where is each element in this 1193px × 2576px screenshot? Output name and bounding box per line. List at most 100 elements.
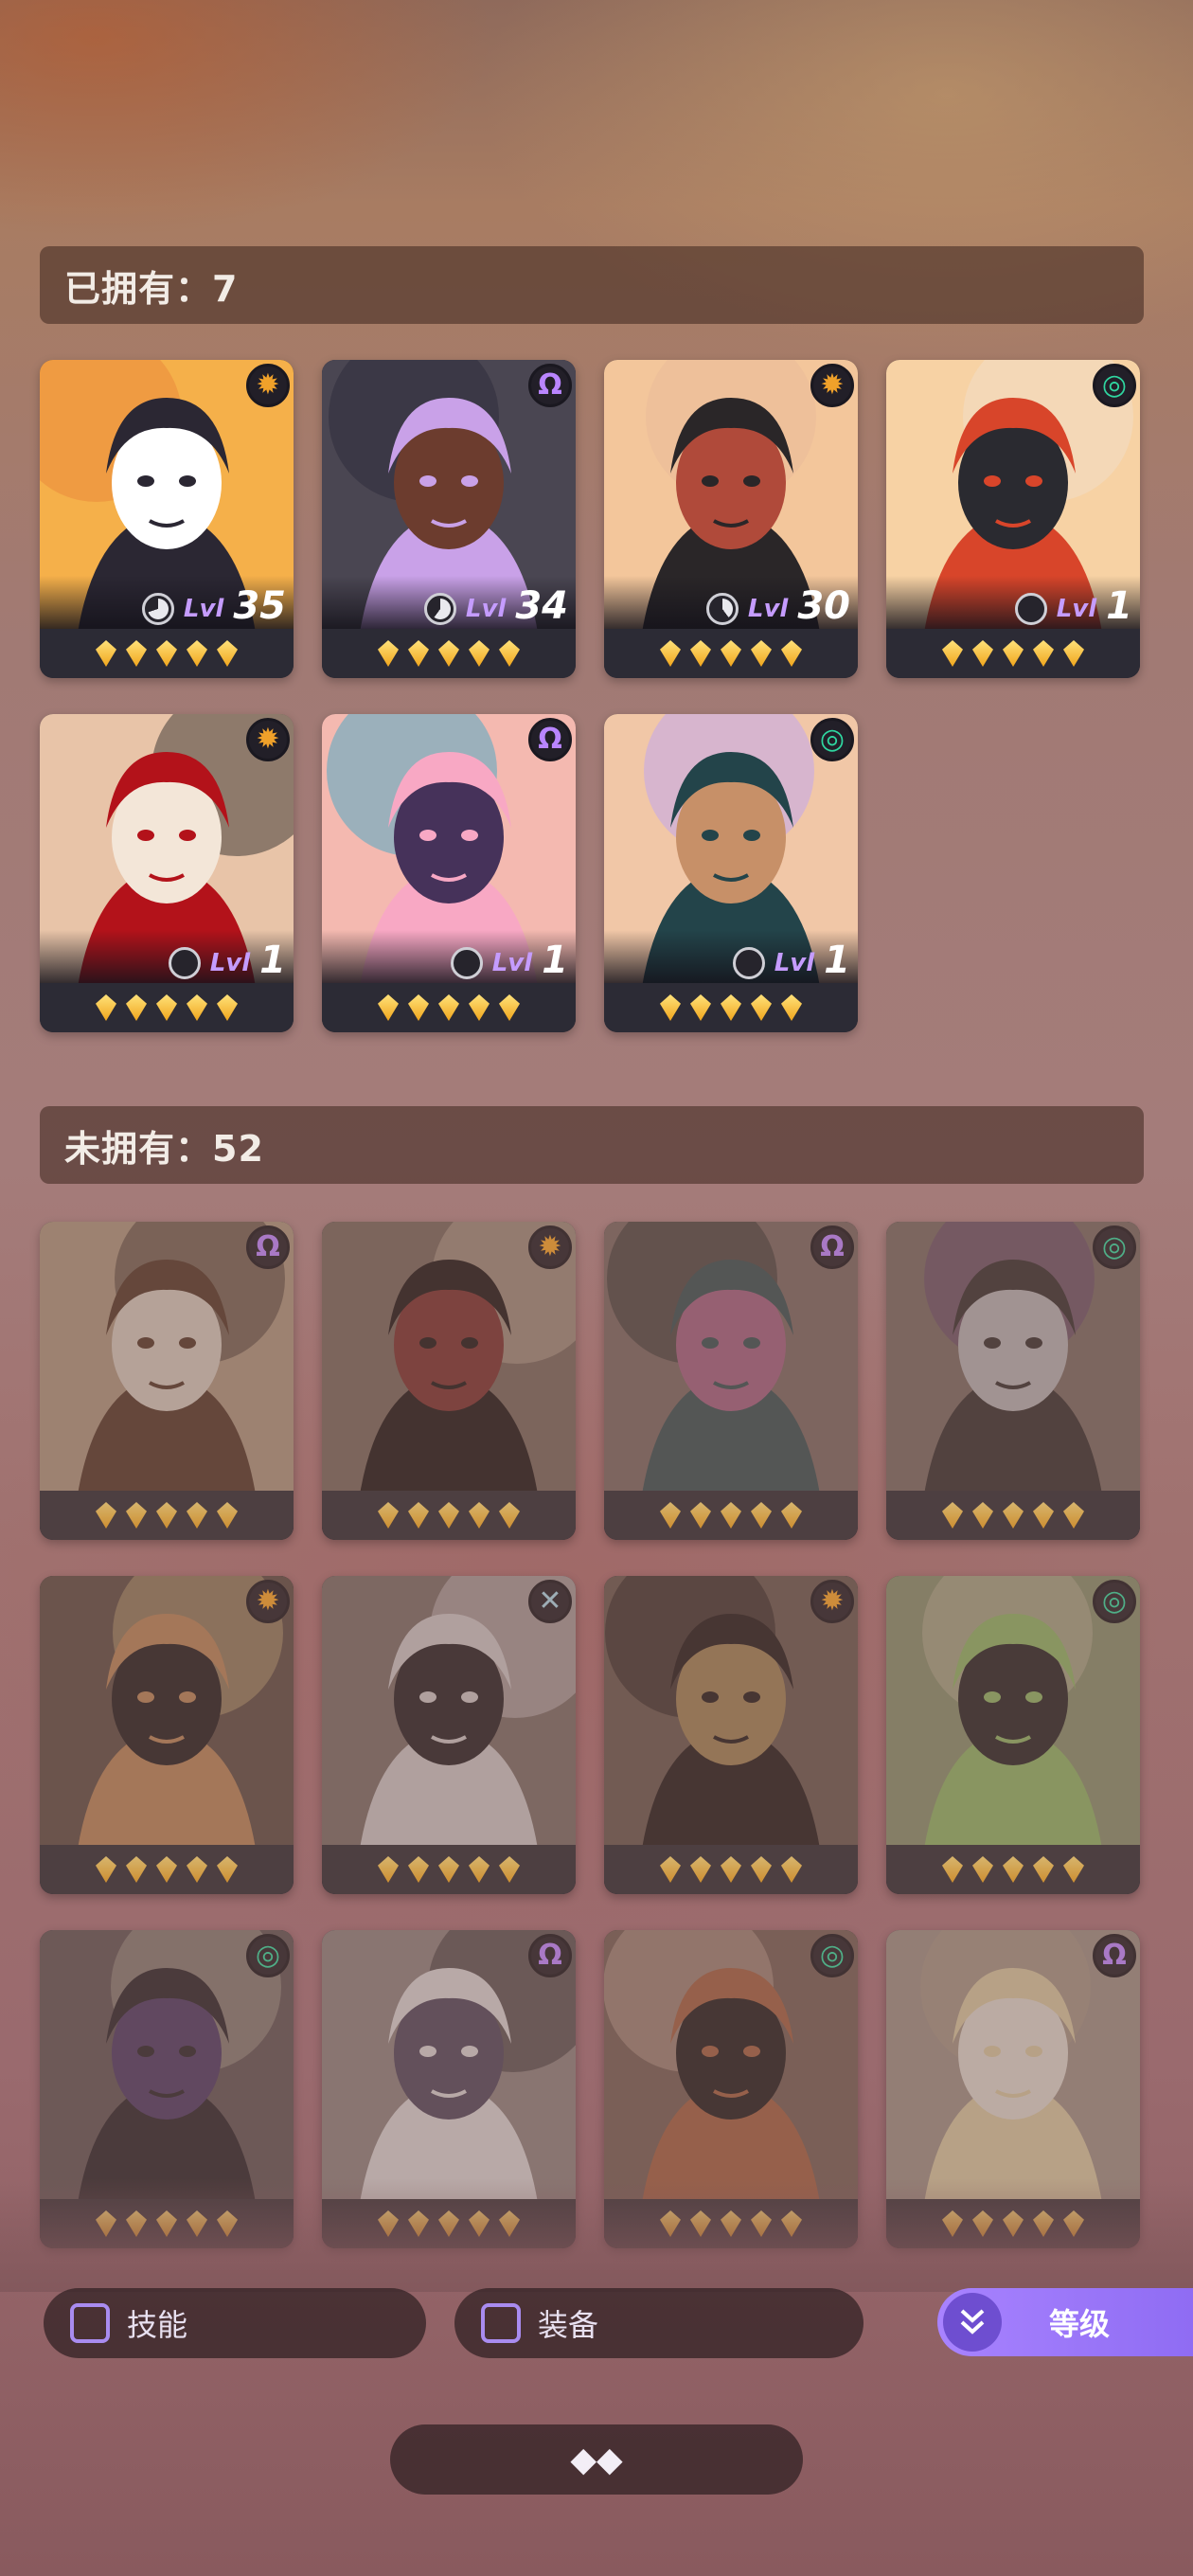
- star-gem-icon: [942, 1856, 963, 1883]
- hero-card[interactable]: ✕: [322, 1576, 576, 1894]
- star-rating: [604, 1491, 858, 1540]
- omega-icon: Ω: [246, 1225, 290, 1269]
- star-gem-icon: [1003, 1502, 1024, 1529]
- omega-icon: Ω: [528, 364, 572, 407]
- star-gem-icon: [217, 1502, 238, 1529]
- level-value: 1: [824, 939, 850, 982]
- star-gem-icon: [781, 1502, 802, 1529]
- sun-icon: ✹: [528, 1225, 572, 1269]
- unowned-title: 未拥有：52: [64, 1127, 264, 1170]
- hero-card[interactable]: ✹: [40, 1576, 294, 1894]
- star-gem-icon: [96, 640, 116, 667]
- unowned-header: 未拥有：52: [40, 1106, 1144, 1184]
- hero-card[interactable]: Ω: [604, 1222, 858, 1540]
- level-value: 1: [542, 939, 568, 982]
- star-gem-icon: [126, 1502, 147, 1529]
- collapse-diamonds-icon: ◆◆: [570, 2440, 623, 2479]
- level-display: Lvl 1: [168, 938, 286, 979]
- star-gem-icon: [751, 1856, 772, 1883]
- level-label: Lvl: [209, 949, 251, 977]
- star-gem-icon: [96, 1856, 116, 1883]
- star-gem-icon: [1003, 1856, 1024, 1883]
- level-value: 1: [1106, 584, 1132, 628]
- star-gem-icon: [499, 640, 520, 667]
- star-gem-icon: [217, 1856, 238, 1883]
- star-gem-icon: [1033, 1502, 1054, 1529]
- star-rating: [322, 629, 576, 678]
- spiral-icon: ◎: [810, 1934, 854, 1977]
- star-gem-icon: [1063, 640, 1084, 667]
- hero-card[interactable]: ◎: [886, 1576, 1140, 1894]
- star-gem-icon: [187, 1856, 207, 1883]
- star-gem-icon: [660, 994, 681, 1021]
- star-rating: [604, 629, 858, 678]
- star-gem-icon: [781, 1856, 802, 1883]
- star-gem-icon: [469, 994, 490, 1021]
- star-gem-icon: [972, 1856, 993, 1883]
- star-gem-icon: [1063, 1502, 1084, 1529]
- level-label: Lvl: [1056, 595, 1097, 623]
- star-gem-icon: [438, 1856, 459, 1883]
- star-gem-icon: [378, 640, 399, 667]
- star-gem-icon: [660, 640, 681, 667]
- spiral-icon: ◎: [810, 718, 854, 761]
- level-display: Lvl 1: [732, 938, 850, 982]
- sort-by-level-button[interactable]: 等级: [937, 2288, 1193, 2356]
- star-rating: [886, 1845, 1140, 1894]
- bottom-toolbar: 技能 装备 等级 ◆◆: [0, 2273, 1193, 2576]
- star-gem-icon: [469, 1502, 490, 1529]
- star-rating: [322, 1845, 576, 1894]
- star-gem-icon: [781, 640, 802, 667]
- level-value: 30: [797, 584, 850, 628]
- hero-card[interactable]: ✹: [322, 1222, 576, 1540]
- star-gem-icon: [721, 1502, 741, 1529]
- exp-progress-icon: [423, 593, 456, 625]
- hero-card[interactable]: ✹: [604, 1576, 858, 1894]
- hero-card[interactable]: Ω: [40, 1222, 294, 1540]
- star-gem-icon: [469, 1856, 490, 1883]
- spiral-icon: ◎: [1093, 364, 1136, 407]
- star-gem-icon: [721, 994, 741, 1021]
- level-label: Lvl: [183, 595, 224, 623]
- cross-icon: ✕: [528, 1580, 572, 1623]
- owned-header: 已拥有：7: [40, 246, 1144, 324]
- star-gem-icon: [217, 640, 238, 667]
- star-gem-icon: [408, 1856, 429, 1883]
- hero-card[interactable]: ✹ Lvl 35: [40, 360, 294, 678]
- equipment-checkbox[interactable]: [481, 2303, 521, 2343]
- star-gem-icon: [499, 1502, 520, 1529]
- star-gem-icon: [1033, 1856, 1054, 1883]
- star-gem-icon: [378, 1502, 399, 1529]
- omega-icon: Ω: [1093, 1934, 1136, 1977]
- level-label: Lvl: [491, 949, 533, 977]
- collapse-button[interactable]: ◆◆: [390, 2424, 803, 2495]
- equipment-filter-label: 装备: [538, 2307, 599, 2343]
- star-gem-icon: [751, 1502, 772, 1529]
- star-rating: [322, 983, 576, 1032]
- star-gem-icon: [751, 640, 772, 667]
- sun-icon: ✹: [246, 364, 290, 407]
- star-gem-icon: [499, 1856, 520, 1883]
- star-gem-icon: [408, 1502, 429, 1529]
- skills-filter-toggle[interactable]: 技能: [44, 2288, 426, 2358]
- star-gem-icon: [217, 994, 238, 1021]
- hero-card[interactable]: ◎ Lvl 1: [604, 714, 858, 1032]
- hero-card[interactable]: ✹ Lvl 30: [604, 360, 858, 678]
- omega-icon: Ω: [810, 1225, 854, 1269]
- level-value: 34: [515, 584, 568, 628]
- exp-progress-icon: [1014, 593, 1047, 625]
- hero-card[interactable]: Ω Lvl 1: [322, 714, 576, 1032]
- omega-icon: Ω: [528, 718, 572, 761]
- star-gem-icon: [942, 640, 963, 667]
- sun-icon: ✹: [246, 718, 290, 761]
- hero-card[interactable]: ✹ Lvl 1: [40, 714, 294, 1032]
- omega-icon: Ω: [528, 1934, 572, 1977]
- star-gem-icon: [156, 1502, 177, 1529]
- hero-card[interactable]: Ω Lvl 34: [322, 360, 576, 678]
- skills-checkbox[interactable]: [70, 2303, 110, 2343]
- hero-card[interactable]: ◎ Lvl 1: [886, 360, 1140, 678]
- star-gem-icon: [690, 1856, 711, 1883]
- hero-card[interactable]: ◎: [886, 1222, 1140, 1540]
- star-gem-icon: [187, 994, 207, 1021]
- equipment-filter-toggle[interactable]: 装备: [454, 2288, 864, 2358]
